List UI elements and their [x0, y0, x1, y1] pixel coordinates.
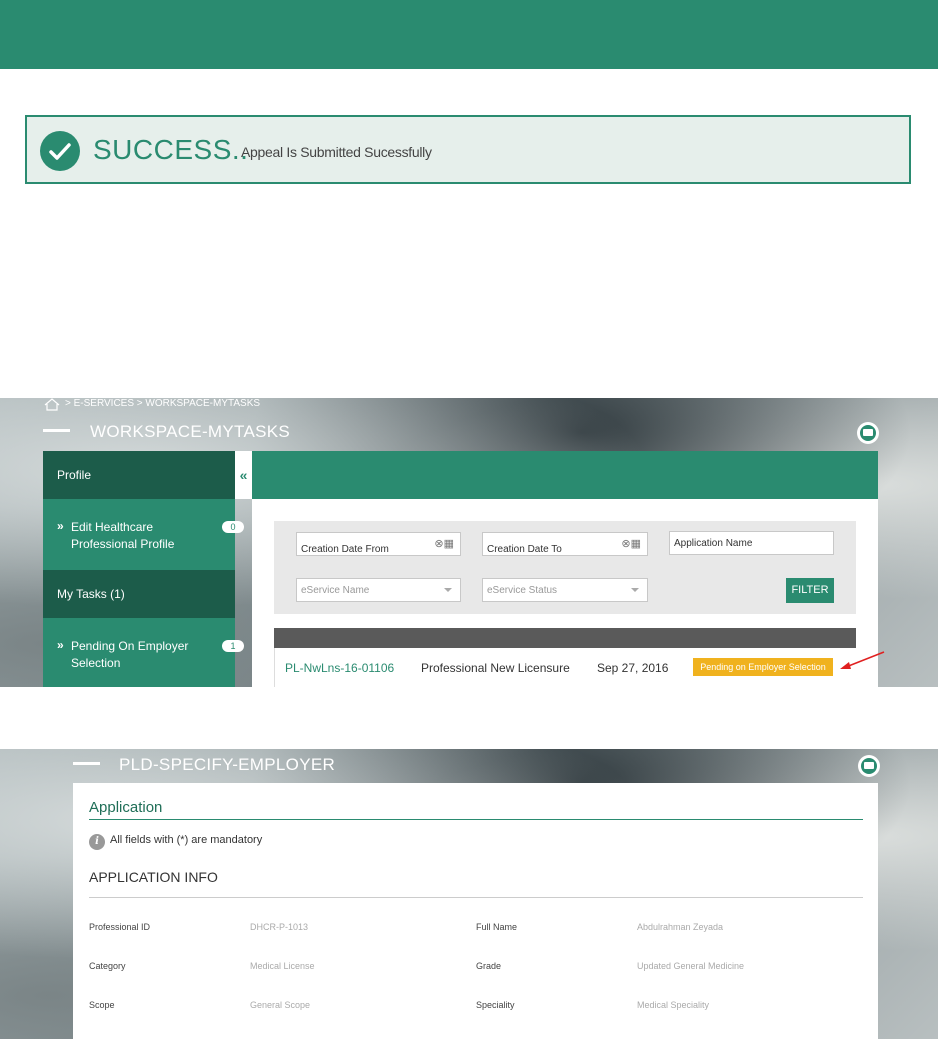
sidebar-item-edit-profile[interactable]: » Edit Healthcare Professional Profile 0 [43, 499, 244, 570]
count-badge: 0 [222, 521, 244, 533]
specify-employer-section: PLD-SPECIFY-EMPLOYER Application i All f… [0, 749, 938, 1039]
sidebar-item-pending-employer[interactable]: » Pending On Employer Selection 1 [43, 618, 244, 687]
sidebar-item-label: Profile [57, 468, 92, 482]
count-badge: 1 [222, 640, 244, 652]
status-badge: Pending on Employer Selection [693, 658, 833, 676]
page-title: PLD-SPECIFY-EMPLOYER [119, 755, 336, 774]
task-id-link[interactable]: PL-NwLns-16-01106 [285, 661, 394, 675]
success-message: Appeal Is Submitted Sucessfully [241, 144, 432, 160]
field-label: Grade [476, 961, 502, 971]
sidebar-item-label: My Tasks (1) [57, 587, 125, 601]
home-icon[interactable] [43, 398, 61, 416]
page-title: WORKSPACE-MYTASKS [90, 422, 290, 441]
field-value: Medical License [250, 961, 315, 971]
filter-button[interactable]: FILTER [786, 578, 834, 603]
field-label: Professional ID [89, 922, 151, 932]
eservice-name-select[interactable]: eService Name [296, 578, 461, 602]
application-card: Application i All fields with (*) are ma… [73, 783, 878, 1039]
sidebar-item-profile[interactable]: Profile [43, 451, 235, 499]
workspace-section: > E-SERVICES > WORKSPACE-MYTASKS WORKSPA… [0, 398, 938, 687]
creation-date-to-input[interactable]: Creation Date To ⊗▦ [482, 532, 648, 556]
sidebar-collapse-button[interactable]: « [235, 451, 252, 499]
task-date: Sep 27, 2016 [597, 661, 669, 675]
sidebar-item-label: Edit Healthcare [71, 520, 154, 534]
field-value: DHCR-P-1013 [250, 922, 309, 932]
success-alert: SUCCESS.. Appeal Is Submitted Sucessfull… [25, 115, 911, 184]
sidebar-item-label: Professional Profile [71, 537, 175, 551]
sidebar-item-label: Pending On Employer [71, 639, 189, 653]
info-icon: i [89, 834, 105, 850]
print-icon[interactable] [858, 755, 880, 777]
collapse-dash-icon[interactable] [43, 429, 70, 432]
breadcrumb[interactable]: > E-SERVICES > WORKSPACE-MYTASKS [65, 398, 260, 409]
table-header [274, 628, 856, 648]
sidebar-item-label: Selection [71, 656, 121, 670]
application-title: Application [89, 799, 163, 816]
collapse-dash-icon[interactable] [73, 762, 100, 765]
chevron-down-icon [631, 588, 639, 592]
field-value: Abdulrahman Zeyada [637, 922, 724, 932]
eservice-status-select[interactable]: eService Status [482, 578, 648, 602]
application-info-header: APPLICATION INFO [89, 869, 218, 885]
clear-calendar-icon[interactable]: ⊗▦ [621, 537, 641, 550]
red-arrow-annotation-icon [840, 651, 885, 669]
creation-date-from-input[interactable]: Creation Date From ⊗▦ [296, 532, 461, 556]
top-header-bar [0, 0, 938, 69]
task-service: Professional New Licensure [421, 661, 570, 675]
field-value: General Scope [250, 1000, 311, 1010]
field-label: Scope [89, 1000, 115, 1010]
check-circle-icon [40, 131, 80, 171]
field-value: Medical Speciality [637, 1000, 710, 1010]
clear-calendar-icon[interactable]: ⊗▦ [434, 537, 454, 550]
divider [89, 897, 863, 898]
divider [89, 819, 863, 820]
sidebar-item-my-tasks[interactable]: My Tasks (1) [43, 570, 235, 618]
field-label: Category [89, 961, 126, 971]
mandatory-note: All fields with (*) are mandatory [110, 834, 263, 846]
filter-panel: Creation Date From ⊗▦ Creation Date To ⊗… [274, 521, 856, 614]
table-row[interactable]: PL-NwLns-16-01106 Professional New Licen… [274, 648, 856, 687]
sidebar: Profile » Edit Healthcare Professional P… [43, 451, 244, 687]
print-icon[interactable] [857, 422, 879, 444]
chevron-down-icon [444, 588, 452, 592]
field-label: Speciality [476, 1000, 515, 1010]
field-value: Updated General Medicine [637, 961, 745, 971]
double-chevron-right-icon: » [57, 638, 64, 652]
application-name-input[interactable]: Application Name [669, 531, 834, 555]
success-title: SUCCESS.. [93, 134, 249, 165]
field-label: Full Name [476, 922, 518, 932]
double-chevron-right-icon: » [57, 519, 64, 533]
